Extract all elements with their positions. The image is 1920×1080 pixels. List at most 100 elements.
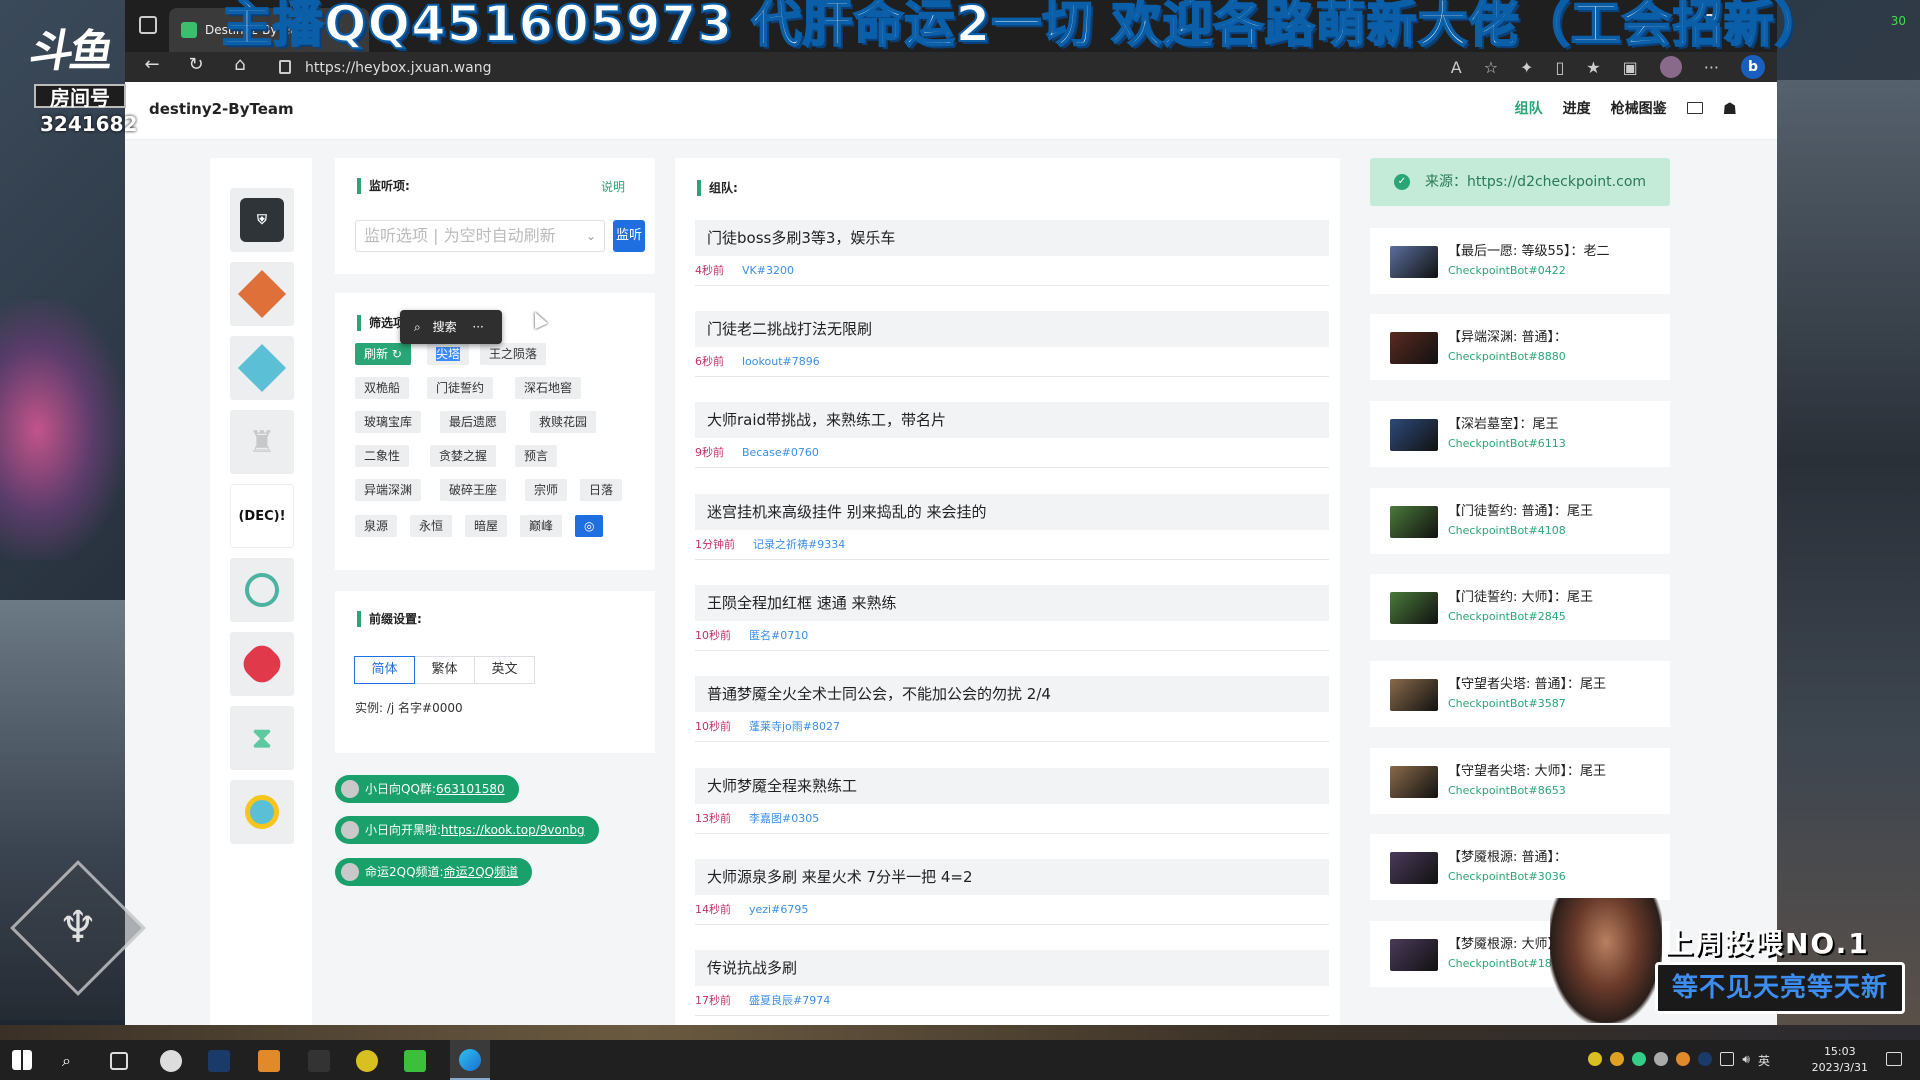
selection-popup[interactable]: ⌕ 搜索 ··· xyxy=(400,310,502,344)
tray-app-icon[interactable] xyxy=(1632,1052,1647,1066)
option-traditional[interactable]: 繁体 xyxy=(414,656,475,684)
link-value[interactable]: 663101580 xyxy=(436,782,505,796)
help-link[interactable]: 说明 xyxy=(601,178,625,195)
sidebar-icon-5[interactable]: (DEC)! xyxy=(230,484,294,548)
task-view-icon[interactable] xyxy=(110,1052,128,1070)
destiny-icon[interactable] xyxy=(308,1050,330,1072)
checkpoint-bot[interactable]: CheckpointBot#2845 xyxy=(1448,610,1566,623)
sidebar-icon-9[interactable] xyxy=(230,780,294,844)
checkpoint-bot[interactable]: CheckpointBot#6113 xyxy=(1448,437,1566,450)
steam-icon[interactable] xyxy=(208,1050,230,1072)
post-user[interactable]: VK#3200 xyxy=(742,264,794,277)
chip-last-wish[interactable]: 最后遗愿 xyxy=(440,411,507,433)
link-value[interactable]: 命运2QQ频道 xyxy=(444,865,519,879)
checkpoint-bot[interactable]: CheckpointBot#4108 xyxy=(1448,524,1566,537)
chip-deep-stone[interactable]: 深石地窖 xyxy=(515,377,582,399)
monitor-select[interactable]: 监听选项 | 为空时自动刷新 ⌄ xyxy=(355,220,605,252)
read-aloud-icon[interactable]: A xyxy=(1451,58,1462,77)
post-user[interactable]: 记录之祈祷#9334 xyxy=(753,538,845,551)
app-yellow-icon[interactable] xyxy=(356,1050,378,1072)
site-title[interactable]: destiny2-ByTeam xyxy=(149,100,294,118)
post-user[interactable]: lookout#7896 xyxy=(742,355,820,368)
listen-button[interactable]: 监听 xyxy=(613,220,645,252)
nav-team[interactable]: 组队 xyxy=(1515,98,1543,118)
qq-group-link[interactable]: 小日向QQ群:663101580 xyxy=(335,775,519,803)
list-item[interactable]: 大师源泉多刷 来星火术 7分半一把 4=2 14秒前 yezi#6795 xyxy=(695,859,1329,925)
chip-kings-fall[interactable]: 王之陨落 xyxy=(480,343,547,365)
sidebar-icon-6[interactable] xyxy=(230,558,294,622)
back-icon[interactable]: ← xyxy=(139,54,165,75)
settings-circle-icon[interactable]: ◎ xyxy=(575,515,604,537)
checkpoint-item[interactable]: 【深岩墓室】：尾王 CheckpointBot#6113 xyxy=(1370,401,1670,467)
obs-icon[interactable] xyxy=(160,1050,182,1072)
split-screen-icon[interactable]: ▯ xyxy=(1555,58,1564,77)
source-banner[interactable]: ✓ 来源：https://d2checkpoint.com xyxy=(1370,158,1670,206)
link-value[interactable]: https://kook.top/9vonbg xyxy=(441,823,585,837)
chip-grasp[interactable]: 贪婪之握 xyxy=(430,445,497,467)
checkpoint-bot[interactable]: CheckpointBot#8653 xyxy=(1448,784,1566,797)
post-user[interactable]: 匿名#0710 xyxy=(749,629,808,642)
edge-taskbar-button[interactable] xyxy=(450,1040,490,1080)
chip-vault-of-glass[interactable]: 玻璃宝库 xyxy=(355,411,422,433)
sidebar-icon-1[interactable]: ⛨ xyxy=(230,188,294,252)
chip-pit[interactable]: 异端深渊 xyxy=(355,479,422,501)
sidebar-icon-8[interactable]: ⧗ xyxy=(230,706,294,770)
notification-icon[interactable] xyxy=(1886,1052,1902,1066)
chip-garden[interactable]: 救赎花园 xyxy=(530,411,597,433)
home-icon[interactable]: ⌂ xyxy=(227,54,253,75)
list-item[interactable]: 大师raid带挑战，来熟练工，带名片 9秒前 Becase#0760 xyxy=(695,402,1329,468)
chip-ship[interactable]: 双桅船 xyxy=(355,377,410,399)
network-icon[interactable] xyxy=(1720,1052,1735,1066)
popup-more[interactable]: ··· xyxy=(472,320,483,334)
checkpoint-item[interactable]: 【梦魇根源: 普通】： CheckpointBot#3036 xyxy=(1370,834,1670,900)
list-item[interactable]: 普通梦魇全火全术士同公会，不能加公会的勿扰 2/4 10秒前 蓬莱寺jo雨#8027 xyxy=(695,676,1329,742)
kook-link[interactable]: 小日向开黑啦:https://kook.top/9vonbg xyxy=(335,816,599,844)
checkpoint-bot[interactable]: CheckpointBot#8880 xyxy=(1448,350,1566,363)
more-icon[interactable]: ··· xyxy=(1704,58,1719,77)
sidebar-icon-2[interactable] xyxy=(230,262,294,326)
chip-dark-house[interactable]: 暗屋 xyxy=(465,515,508,537)
checkpoint-bot[interactable]: CheckpointBot#3587 xyxy=(1448,697,1566,710)
list-item[interactable]: 门徒boss多刷3等3，娱乐车 4秒前 VK#3200 xyxy=(695,220,1329,286)
refresh-icon[interactable]: ↻ xyxy=(183,54,209,75)
favorites-icon[interactable]: ★ xyxy=(1586,58,1600,77)
sidebar-icon-4[interactable]: ♜ xyxy=(230,410,294,474)
app-orange-icon[interactable] xyxy=(258,1050,280,1072)
nav-progress[interactable]: 进度 xyxy=(1563,98,1591,118)
checkpoint-bot[interactable]: CheckpointBot#1883 xyxy=(1448,957,1566,970)
qq-channel-link[interactable]: 命运2QQ频道:命运2QQ频道 xyxy=(335,858,533,886)
checkpoint-bot[interactable]: CheckpointBot#3036 xyxy=(1448,870,1566,883)
chip-shattered-throne[interactable]: 破碎王座 xyxy=(440,479,507,501)
tray-app-icon[interactable] xyxy=(1588,1052,1603,1066)
chip-eternity[interactable]: 永恒 xyxy=(410,515,453,537)
extensions-icon[interactable]: ✦ xyxy=(1520,58,1533,77)
option-simplified[interactable]: 简体 xyxy=(354,656,415,684)
checkpoint-item[interactable]: 【异端深渊: 普通】： CheckpointBot#8880 xyxy=(1370,314,1670,380)
checkpoint-bot[interactable]: CheckpointBot#0422 xyxy=(1448,264,1566,277)
volume-icon[interactable]: 🔊︎ xyxy=(1742,1052,1750,1066)
tray-app-icon[interactable] xyxy=(1698,1052,1713,1066)
list-item[interactable]: 大师梦魇全程来熟练工 13秒前 李嘉图#0305 xyxy=(695,768,1329,834)
ime-indicator[interactable]: 英 xyxy=(1758,1052,1770,1068)
option-english[interactable]: 英文 xyxy=(474,656,535,684)
checkpoint-item[interactable]: 【门徒誓约: 普通】：尾王 CheckpointBot#4108 xyxy=(1370,488,1670,554)
windows-start-icon[interactable] xyxy=(12,1050,32,1070)
chip-spire[interactable]: 尖塔 xyxy=(427,343,470,365)
popup-search[interactable]: 搜索 xyxy=(433,320,457,334)
sidebar-icon-3[interactable] xyxy=(230,336,294,400)
post-user[interactable]: 蓬莱寺jo雨#8027 xyxy=(749,720,840,733)
favorite-add-icon[interactable]: ☆ xyxy=(1484,58,1498,77)
chip-prophecy[interactable]: 预言 xyxy=(515,445,558,467)
chip-spring[interactable]: 泉源 xyxy=(355,515,398,537)
search-icon[interactable]: ⌕ xyxy=(62,1050,84,1072)
user-icon[interactable]: ☗ xyxy=(1723,99,1737,118)
tray-app-icon[interactable] xyxy=(1676,1052,1691,1066)
refresh-button[interactable]: 刷新 ↻ xyxy=(355,343,411,365)
post-user[interactable]: yezi#6795 xyxy=(749,903,808,916)
nav-weapons[interactable]: 枪械图鉴 xyxy=(1611,98,1667,118)
address-bar[interactable]: https://heybox.jxuan.wang xyxy=(267,56,1367,80)
list-item[interactable]: 传说抗战多刷 17秒前 盛夏良辰#7974 xyxy=(695,950,1329,1016)
chip-nightfall[interactable]: 日落 xyxy=(580,479,623,501)
tray-app-icon[interactable] xyxy=(1654,1052,1669,1066)
tab-actions-icon[interactable] xyxy=(139,16,157,34)
